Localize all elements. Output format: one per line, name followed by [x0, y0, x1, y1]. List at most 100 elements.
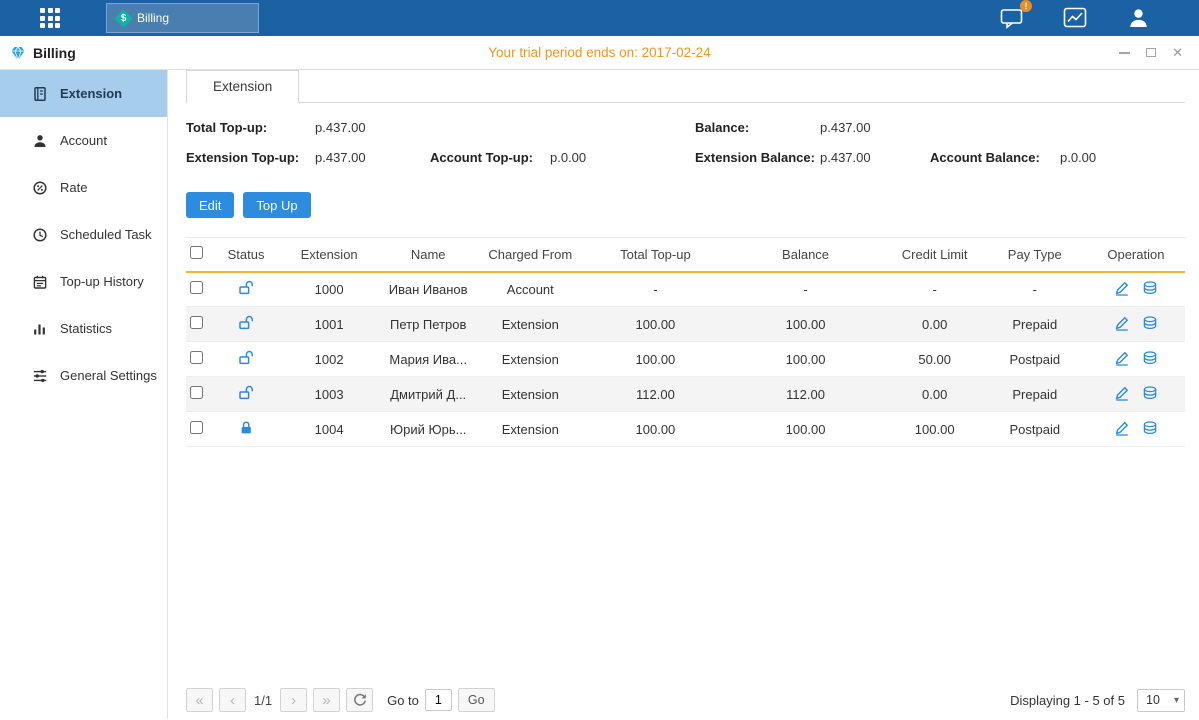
go-button[interactable]: Go [458, 688, 495, 712]
unlocked-icon[interactable] [238, 315, 255, 334]
balance-cell: 100.00 [724, 412, 886, 447]
billing-dollar-icon: $ [114, 9, 132, 27]
goto-label: Go to [387, 693, 419, 708]
topup-icon[interactable] [1142, 280, 1158, 299]
extension-cell: 1002 [276, 342, 382, 377]
first-page-button[interactable]: « [186, 688, 213, 712]
pagination-bar: « ‹ 1/1 › » Go to Go Displaying 1 - 5 of… [186, 688, 1185, 712]
balance-label: Balance: [695, 120, 820, 135]
account-topup-label: Account Top-up: [430, 150, 550, 165]
next-page-button[interactable]: › [280, 688, 307, 712]
topup-history-icon [32, 274, 48, 290]
previous-page-button[interactable]: ‹ [219, 688, 246, 712]
refresh-button[interactable] [346, 688, 373, 712]
top-up-button[interactable]: Top Up [243, 192, 310, 218]
row-checkbox[interactable] [190, 421, 203, 434]
workspace: Extension Account Rate [0, 70, 1199, 719]
column-total-topup: Total Top-up [586, 238, 724, 272]
edit-icon[interactable] [1114, 385, 1130, 404]
sidebar-item-general-settings[interactable]: General Settings [0, 352, 167, 399]
total-topup-cell: 100.00 [586, 342, 724, 377]
topup-icon[interactable] [1142, 350, 1158, 369]
sidebar-item-statistics[interactable]: Statistics [0, 305, 167, 352]
credit-limit-cell: 50.00 [887, 342, 983, 377]
notification-badge: ! [1020, 0, 1032, 12]
column-credit-limit: Credit Limit [887, 238, 983, 272]
edit-icon[interactable] [1114, 350, 1130, 369]
table-header-row: Status Extension Name Charged From Total… [186, 238, 1185, 272]
title-left: Billing [0, 45, 76, 61]
close-icon[interactable]: ✕ [1172, 46, 1183, 59]
table-row[interactable]: 1004Юрий Юрь...Extension100.00100.00100.… [186, 412, 1185, 447]
page-size-select[interactable]: 10 ▾ [1137, 689, 1185, 712]
edit-icon[interactable] [1114, 420, 1130, 439]
name-cell: Юрий Юрь... [382, 412, 474, 447]
table-row[interactable]: 1003Дмитрий Д...Extension112.00112.000.0… [186, 377, 1185, 412]
sidebar-item-scheduled-task[interactable]: Scheduled Task [0, 211, 167, 258]
edit-icon[interactable] [1114, 315, 1130, 334]
charged-from-cell: Extension [474, 412, 586, 447]
billing-logo-icon [10, 45, 26, 61]
credit-limit-cell: 0.00 [887, 307, 983, 342]
table-row[interactable]: 1001Петр ПетровExtension100.00100.000.00… [186, 307, 1185, 342]
sidebar-item-topup-history[interactable]: Top-up History [0, 258, 167, 305]
column-charged-from: Charged From [474, 238, 586, 272]
total-topup-label: Total Top-up: [186, 120, 315, 135]
account-topup-value: p.0.00 [550, 150, 586, 165]
user-account-icon[interactable] [1125, 6, 1151, 30]
total-topup-cell: 100.00 [586, 307, 724, 342]
name-cell: Иван Иванов [382, 272, 474, 307]
charged-from-cell: Extension [474, 377, 586, 412]
name-cell: Дмитрий Д... [382, 377, 474, 412]
reports-chart-icon[interactable] [1062, 6, 1088, 30]
sidebar-item-rate[interactable]: Rate [0, 164, 167, 211]
edit-icon[interactable] [1114, 280, 1130, 299]
extension-topup-label: Extension Top-up: [186, 150, 315, 165]
sidebar-item-label: Scheduled Task [60, 227, 152, 242]
row-checkbox[interactable] [190, 316, 203, 329]
sidebar-item-extension[interactable]: Extension [0, 70, 167, 117]
page-size-value: 10 [1146, 693, 1160, 707]
account-icon [32, 133, 48, 149]
maximize-icon[interactable] [1146, 48, 1156, 57]
topbar-tab-billing[interactable]: $ Billing [106, 3, 259, 33]
sidebar-item-label: Account [60, 133, 107, 148]
pay-type-cell: Prepaid [983, 307, 1087, 342]
row-checkbox[interactable] [190, 386, 203, 399]
app-launcher-icon[interactable] [40, 8, 60, 28]
notifications-chat-icon[interactable]: ! [999, 6, 1025, 30]
row-checkbox[interactable] [190, 351, 203, 364]
extension-cell: 1000 [276, 272, 382, 307]
goto-page-input[interactable] [425, 689, 452, 711]
edit-button[interactable]: Edit [186, 192, 234, 218]
locked-icon[interactable] [238, 420, 255, 439]
unlocked-icon[interactable] [238, 385, 255, 404]
table-row[interactable]: 1000Иван ИвановAccount---- [186, 272, 1185, 307]
balance-cell: 112.00 [724, 377, 886, 412]
displaying-text: Displaying 1 - 5 of 5 [1010, 693, 1125, 708]
row-checkbox[interactable] [190, 281, 203, 294]
topup-icon[interactable] [1142, 420, 1158, 439]
unlocked-icon[interactable] [238, 280, 255, 299]
extension-balance-value: p.437.00 [820, 150, 871, 165]
total-topup-cell: 100.00 [586, 412, 724, 447]
charged-from-cell: Account [474, 272, 586, 307]
extension-cell: 1004 [276, 412, 382, 447]
sidebar-item-label: General Settings [60, 368, 157, 383]
extension-topup-field: Extension Top-up: p.437.00 [186, 150, 430, 165]
unlocked-icon[interactable] [238, 350, 255, 369]
last-page-button[interactable]: » [313, 688, 340, 712]
sidebar-item-account[interactable]: Account [0, 117, 167, 164]
extension-balance-field: Extension Balance: p.437.00 [695, 150, 930, 165]
topup-icon[interactable] [1142, 385, 1158, 404]
scheduled-task-icon [32, 227, 48, 243]
table-row[interactable]: 1002Мария Ива...Extension100.00100.0050.… [186, 342, 1185, 377]
minimize-icon[interactable] [1119, 52, 1130, 54]
tab-extension[interactable]: Extension [186, 70, 299, 103]
column-status: Status [216, 238, 276, 272]
select-all-checkbox[interactable] [190, 246, 203, 259]
column-balance: Balance [724, 238, 886, 272]
sidebar-item-label: Rate [60, 180, 87, 195]
topup-icon[interactable] [1142, 315, 1158, 334]
statistics-icon [32, 321, 48, 337]
